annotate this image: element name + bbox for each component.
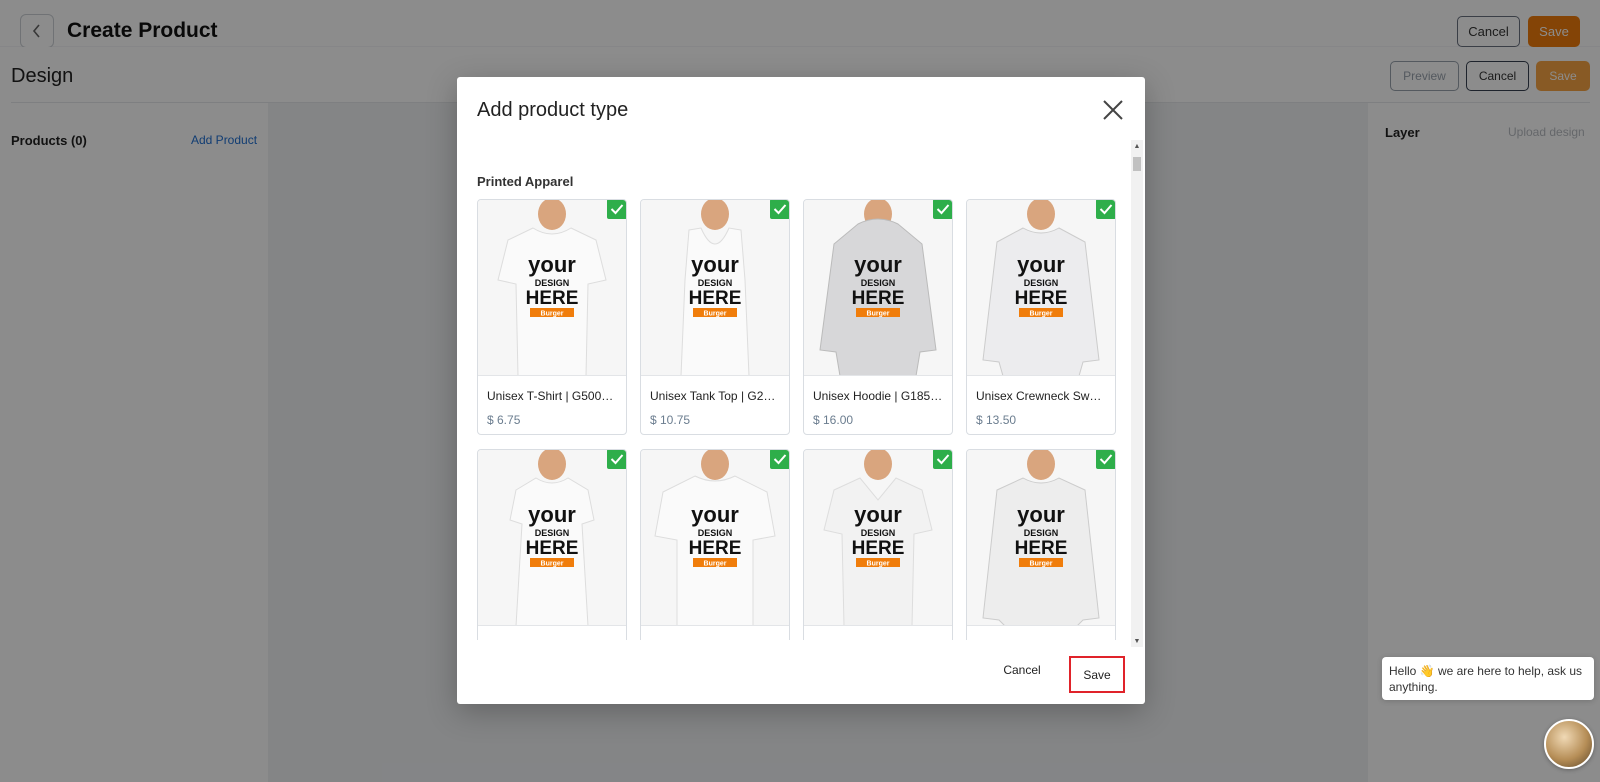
svg-text:DESIGN: DESIGN [1024, 278, 1059, 288]
checkmark-icon[interactable] [607, 450, 626, 469]
close-icon [1103, 100, 1123, 120]
product-price: $ 16.00 [813, 413, 854, 427]
scroll-down-arrow-icon[interactable]: ▼ [1131, 635, 1143, 647]
svg-text:DESIGN: DESIGN [861, 528, 896, 538]
svg-text:Burger: Burger [541, 561, 564, 568]
product-image: your DESIGN HERE Burger [641, 200, 789, 376]
product-name: Unisex Crewneck Swea... [976, 389, 1108, 403]
product-card[interactable]: your DESIGN HERE Burger Unisex Crewneck Swea… [966, 199, 1116, 435]
modal-title: Add product type [477, 99, 629, 121]
svg-text:your: your [854, 252, 902, 277]
product-card[interactable]: your DESIGN HERE Burger Unisex Hoodie | G185… [803, 199, 953, 435]
product-card[interactable]: your DESIGN HERE Burger Unisex T-Shirt | G50… [477, 199, 627, 435]
svg-text:your: your [854, 502, 902, 527]
section-label: Printed Apparel [477, 174, 574, 189]
product-name: Unisex Long Sleeve | G [976, 639, 1108, 640]
svg-text:your: your [691, 252, 739, 277]
product-name: Lady's T-shirt | NL3900 [487, 639, 619, 640]
checkmark-icon[interactable] [1096, 200, 1115, 219]
svg-text:DESIGN: DESIGN [535, 528, 570, 538]
svg-text:Burger: Burger [867, 311, 890, 318]
modal-save-button[interactable]: Save [1069, 656, 1125, 693]
checkmark-icon[interactable] [770, 450, 789, 469]
svg-text:DESIGN: DESIGN [698, 278, 733, 288]
svg-text:Burger: Burger [704, 561, 727, 568]
product-card[interactable]: yourDESIGNHERE Burger Lady's T-shirt | NL3… [477, 449, 627, 640]
svg-text:Burger: Burger [541, 311, 564, 318]
svg-text:DESIGN: DESIGN [535, 278, 570, 288]
svg-text:HERE: HERE [526, 288, 579, 309]
product-name: Unisex T-Shirt | G5000 ... [487, 389, 619, 403]
chat-avatar[interactable] [1544, 719, 1594, 769]
add-product-type-modal: Add product type Printed Apparel your DES… [457, 77, 1145, 704]
svg-text:HERE: HERE [852, 538, 905, 559]
product-name: Unisex V-Neck T-shirt | [813, 639, 945, 640]
product-card[interactable]: yourDESIGNHERE Burger Kid's T-Shirt | G500… [640, 449, 790, 640]
product-image: your DESIGN HERE Burger [967, 450, 1115, 626]
product-name: Unisex Tank Top | G220... [650, 389, 782, 403]
checkmark-icon[interactable] [933, 450, 952, 469]
checkmark-icon[interactable] [933, 200, 952, 219]
svg-text:Burger: Burger [1030, 311, 1053, 318]
svg-text:DESIGN: DESIGN [1024, 528, 1059, 538]
checkmark-icon[interactable] [1096, 450, 1115, 469]
svg-text:your: your [691, 502, 739, 527]
modal-cancel-button[interactable]: Cancel [996, 654, 1048, 686]
product-name: Kid's T-Shirt | G5000B ( [650, 639, 782, 640]
product-price: $ 10.75 [650, 413, 691, 427]
checkmark-icon[interactable] [770, 200, 789, 219]
svg-text:HERE: HERE [526, 538, 579, 559]
svg-text:your: your [1017, 502, 1065, 527]
svg-text:Burger: Burger [704, 311, 727, 318]
modal-scrollbar[interactable]: ▲ ▼ [1131, 140, 1143, 647]
svg-text:HERE: HERE [852, 288, 905, 309]
product-card[interactable]: yourDESIGNHERE Burger Unisex Long Sleeve |… [966, 449, 1116, 640]
svg-text:your: your [528, 502, 576, 527]
chat-greeting[interactable]: Hello 👋 we are here to help, ask us anyt… [1382, 657, 1594, 700]
svg-text:Burger: Burger [1030, 561, 1053, 568]
product-price: $ 13.50 [976, 413, 1017, 427]
svg-text:HERE: HERE [689, 538, 742, 559]
scroll-thumb[interactable] [1133, 157, 1141, 171]
modal-body[interactable]: Printed Apparel your DESIGN HERE Burger Unis… [477, 140, 1133, 640]
checkmark-icon[interactable] [607, 200, 626, 219]
svg-text:HERE: HERE [1015, 288, 1068, 309]
product-name: Unisex Hoodie | G1850... [813, 389, 945, 403]
product-price: $ 6.75 [487, 413, 521, 427]
svg-text:HERE: HERE [689, 288, 742, 309]
product-card[interactable]: yourDESIGNHERE Burger Unisex V-Neck T-shir… [803, 449, 953, 640]
scroll-up-arrow-icon[interactable]: ▲ [1131, 140, 1143, 152]
svg-text:your: your [1017, 252, 1065, 277]
svg-text:DESIGN: DESIGN [861, 278, 896, 288]
product-image: your DESIGN HERE Burger [804, 200, 952, 376]
product-image: your DESIGN HERE Burger [967, 200, 1115, 376]
product-image: your DESIGN HERE Burger [478, 200, 626, 376]
close-button[interactable] [1100, 97, 1126, 123]
svg-text:HERE: HERE [1015, 538, 1068, 559]
product-image: your DESIGN HERE Burger [478, 450, 626, 626]
svg-text:your: your [528, 252, 576, 277]
svg-text:DESIGN: DESIGN [698, 528, 733, 538]
product-card[interactable]: your DESIGN HERE Burger Unisex Tank Top | G2… [640, 199, 790, 435]
product-image: your DESIGN HERE Burger [804, 450, 952, 626]
product-image: your DESIGN HERE Burger [641, 450, 789, 626]
svg-text:Burger: Burger [867, 561, 890, 568]
